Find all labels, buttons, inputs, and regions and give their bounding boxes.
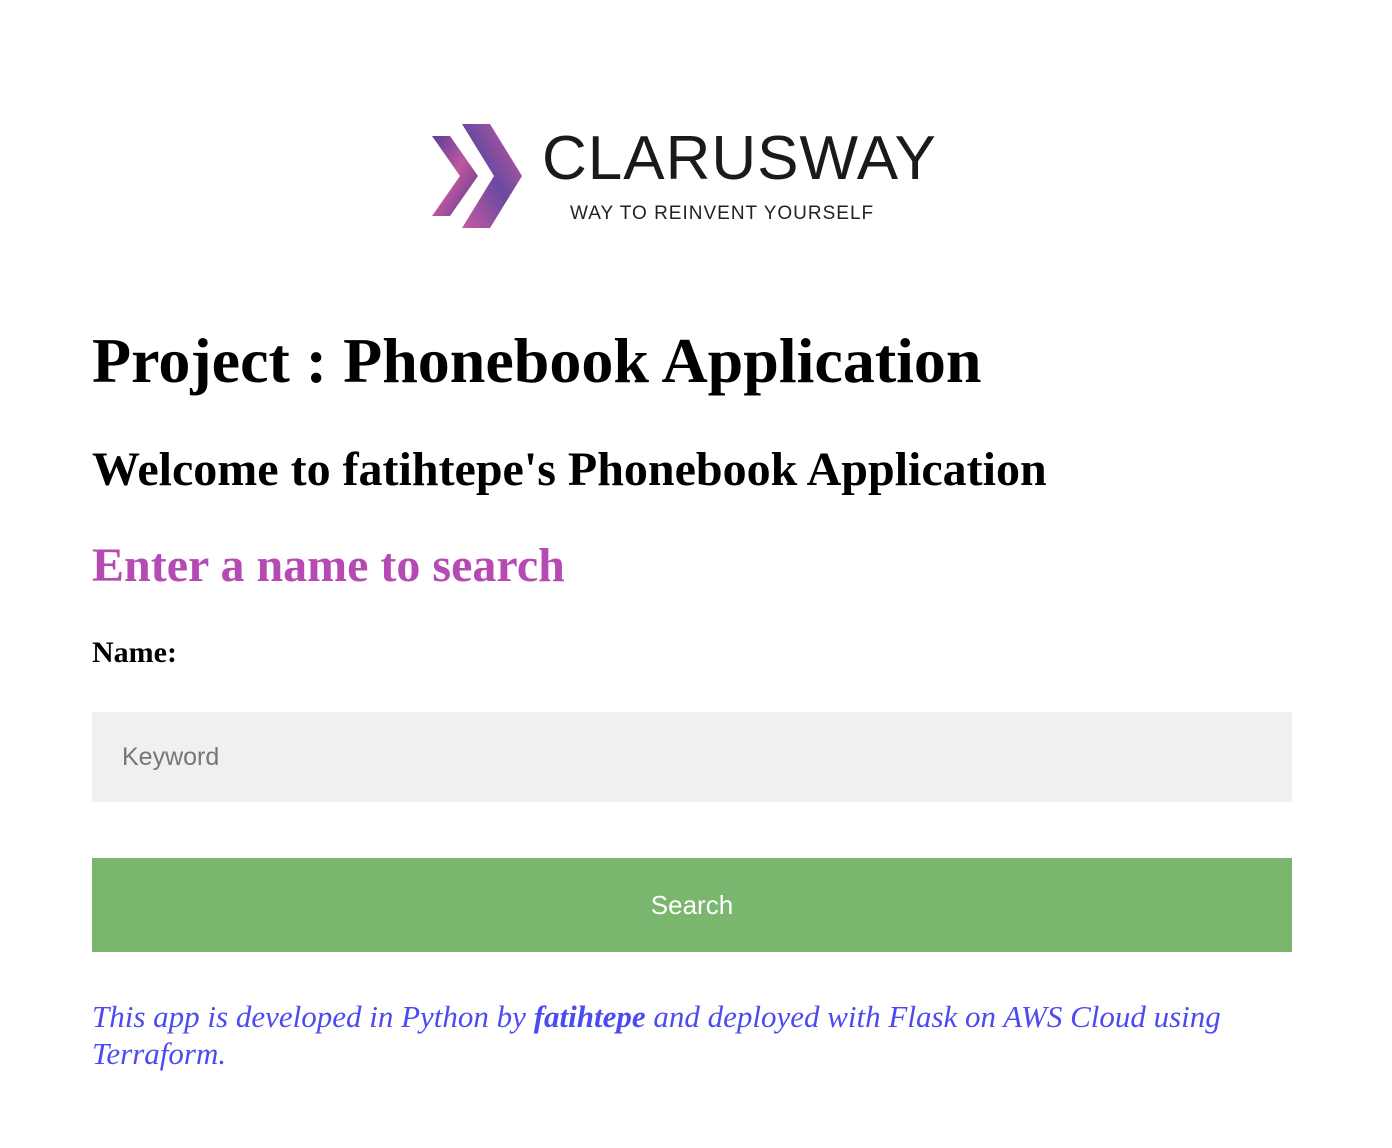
logo-tagline: WAY TO REINVENT YOURSELF	[570, 203, 875, 224]
welcome-heading: Welcome to fatihtepe's Phonebook Applica…	[92, 443, 1047, 496]
chevron-logo-icon	[432, 124, 522, 228]
search-heading: Enter a name to search	[92, 539, 565, 592]
footer-author: fatihtepe	[533, 999, 646, 1034]
footer-credit: This app is developed in Python by fatih…	[92, 998, 1292, 1072]
logo-brand-text: CLARUSWAY	[542, 124, 937, 193]
keyword-input[interactable]	[92, 712, 1292, 802]
search-button[interactable]: Search	[92, 858, 1292, 952]
footer-prefix: This app is developed in Python by	[92, 999, 534, 1034]
clarusway-logo: CLARUSWAY WAY TO REINVENT YOURSELF	[432, 122, 957, 230]
page-title: Project : Phonebook Application	[92, 325, 982, 396]
name-label: Name:	[92, 636, 177, 669]
